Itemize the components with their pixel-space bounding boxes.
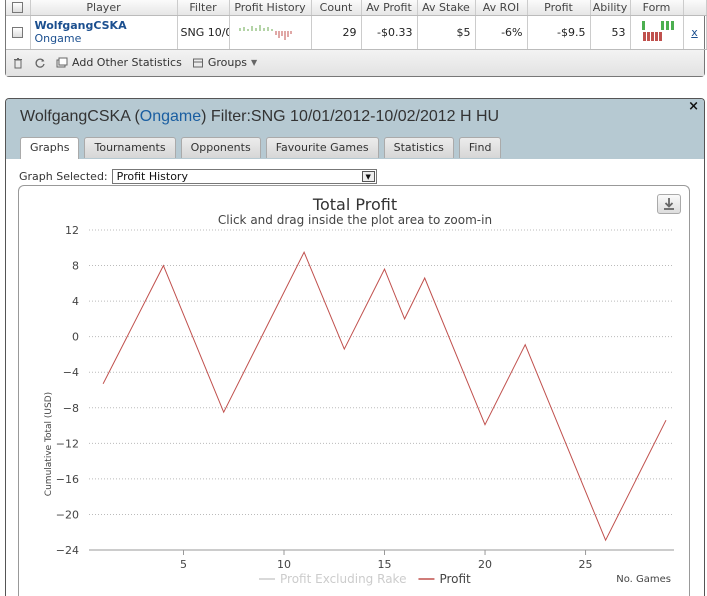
column-header-count[interactable]: Count xyxy=(311,0,362,16)
refresh-button[interactable] xyxy=(34,57,46,69)
panel-title-player: WolfgangCSKA xyxy=(20,108,130,125)
y-tick-labels: 12 8 4 0 −4 −8 −12 −16 −20 −24 xyxy=(56,224,79,557)
add-other-statistics-button[interactable]: Add Other Statistics xyxy=(56,56,182,69)
x-axis-label: No. Games xyxy=(616,574,671,585)
panel-title-filter: ) Filter:SNG 10/01/2012-10/02/2012 H HU xyxy=(201,108,500,125)
profit-chart[interactable]: Total Profit Click and drag inside the p… xyxy=(19,186,691,596)
close-panel-button[interactable]: × xyxy=(688,99,699,114)
column-header-profit[interactable]: Profit xyxy=(527,0,591,16)
filter-cell: SNG 10/0 xyxy=(177,15,230,50)
add-statistics-icon xyxy=(56,57,68,67)
column-header-av-profit[interactable]: Av Profit xyxy=(361,0,418,16)
x-tick-label: 25 xyxy=(579,558,593,571)
legend-label: Profit Excluding Rake xyxy=(280,572,406,586)
x-tick-labels: 5 10 15 20 25 xyxy=(180,550,593,571)
y-tick-label: −24 xyxy=(56,544,79,557)
y-tick-label: −16 xyxy=(56,473,79,486)
player-name-link[interactable]: WolfgangCSKA xyxy=(35,19,173,32)
panel-tabs: Graphs Tournaments Opponents Favourite G… xyxy=(20,137,502,159)
x-tick-label: 5 xyxy=(180,558,187,571)
column-header-av-roi[interactable]: Av ROI xyxy=(475,0,528,16)
groups-label: Groups xyxy=(207,56,248,69)
column-header-filter[interactable]: Filter xyxy=(177,0,230,16)
x-tick-label: 10 xyxy=(277,558,291,571)
tab-find[interactable]: Find xyxy=(458,137,502,158)
chevron-down-icon: ▼ xyxy=(361,171,375,182)
y-tick-label: 8 xyxy=(72,260,79,273)
refresh-icon xyxy=(35,58,45,68)
series-lines xyxy=(102,250,667,542)
x-tick-label: 20 xyxy=(478,558,492,571)
tab-tournaments[interactable]: Tournaments xyxy=(84,137,176,158)
y-tick-label: 4 xyxy=(72,295,79,308)
chart-title: Total Profit xyxy=(312,195,397,214)
y-tick-label: 0 xyxy=(72,331,79,344)
grid-lines xyxy=(89,229,674,551)
y-tick-label: −4 xyxy=(63,366,79,379)
table-header-row: Player Filter Profit History Count Av Pr… xyxy=(6,0,707,16)
stats-toolbar: Add Other Statistics Groups ▼ xyxy=(6,49,704,76)
count-cell: 29 xyxy=(311,15,362,50)
select-all-checkbox[interactable] xyxy=(12,2,24,14)
chart-legend: Profit Excluding Rake Profit xyxy=(259,572,471,586)
groups-dropdown[interactable]: Groups ▼ xyxy=(192,56,257,69)
profit-history-sparkline xyxy=(239,24,292,40)
graph-selected-label: Graph Selected: xyxy=(19,170,108,183)
groups-icon xyxy=(192,58,203,67)
tab-graphs[interactable]: Graphs xyxy=(20,137,80,159)
profit-cell: -$9.5 xyxy=(527,15,591,50)
player-site-label: Ongame xyxy=(34,32,82,45)
ability-cell: 53 xyxy=(590,15,631,50)
column-header-av-stake[interactable]: Av Stake xyxy=(417,0,476,16)
av-roi-cell: -6% xyxy=(475,15,528,50)
column-header-form[interactable]: Form xyxy=(630,0,684,16)
series-line-profit xyxy=(102,250,667,542)
chart-subtitle: Click and drag inside the plot area to z… xyxy=(218,213,492,227)
graph-select-value: Profit History xyxy=(116,170,188,183)
y-tick-label: −20 xyxy=(56,508,79,521)
table-row: WolfgangCSKA Ongame SNG 10/0 29 -$0.33 $… xyxy=(6,15,707,50)
graph-select[interactable]: Profit History ▼ xyxy=(111,169,377,184)
panel-title-site-link[interactable]: Ongame xyxy=(140,108,201,125)
av-profit-cell: -$0.33 xyxy=(361,15,418,50)
column-header-ability[interactable]: Ability xyxy=(590,0,631,16)
row-checkbox[interactable] xyxy=(12,27,24,38)
player-detail-panel: WolfgangCSKA (Ongame) Filter:SNG 10/01/2… xyxy=(5,98,705,596)
tab-favourite-games[interactable]: Favourite Games xyxy=(265,137,379,158)
legend-item[interactable]: Profit xyxy=(418,572,471,586)
y-axis-label: Cumulative Total (USD) xyxy=(44,392,54,496)
chevron-down-icon: ▼ xyxy=(251,58,258,67)
download-icon xyxy=(664,198,674,210)
graph-selector-row: Graph Selected: Profit History ▼ xyxy=(19,169,377,184)
column-header-profit-history[interactable]: Profit History xyxy=(229,0,312,16)
download-chart-button[interactable] xyxy=(657,194,681,214)
panel-title: WolfgangCSKA (Ongame) Filter:SNG 10/01/2… xyxy=(20,108,499,126)
y-tick-label: 12 xyxy=(65,224,79,237)
legend-item[interactable]: Profit Excluding Rake xyxy=(259,572,406,586)
delete-button[interactable] xyxy=(12,57,24,69)
panel-header: WolfgangCSKA (Ongame) Filter:SNG 10/01/2… xyxy=(6,99,704,159)
x-tick-label: 15 xyxy=(378,558,392,571)
trash-icon xyxy=(14,57,22,68)
select-all-header[interactable] xyxy=(6,0,31,16)
add-other-statistics-label: Add Other Statistics xyxy=(72,56,182,69)
y-tick-label: −12 xyxy=(56,437,79,450)
tab-statistics[interactable]: Statistics xyxy=(383,137,454,158)
chart-container: Total Profit Click and drag inside the p… xyxy=(18,185,690,596)
legend-label: Profit xyxy=(439,572,471,586)
y-tick-label: −8 xyxy=(63,402,79,415)
av-stake-cell: $5 xyxy=(417,15,476,50)
remove-row-link[interactable]: x xyxy=(691,26,698,39)
form-chart xyxy=(641,20,674,41)
column-header-player[interactable]: Player xyxy=(30,0,178,16)
tab-opponents[interactable]: Opponents xyxy=(180,137,261,158)
player-stats-table: Player Filter Profit History Count Av Pr… xyxy=(5,0,707,77)
column-header-remove xyxy=(683,0,707,16)
